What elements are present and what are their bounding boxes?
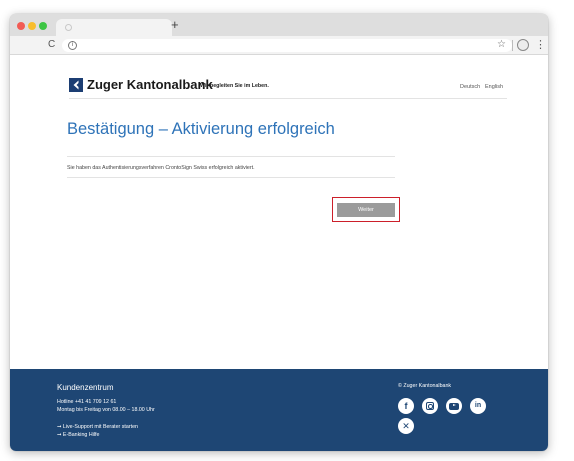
new-tab-button[interactable]: + — [171, 17, 179, 33]
address-bar[interactable]: i — [62, 39, 512, 52]
star-icon[interactable]: ☆ — [497, 38, 506, 52]
footer: Kundenzentrum Hotline +41 41 709 12 61 M… — [10, 369, 548, 451]
brand-slogan: Wir begleiten Sie im Leben. — [200, 83, 269, 89]
copyright-text: © Zuger Kantonalbank — [398, 383, 452, 389]
maximize-window-button[interactable] — [39, 22, 47, 30]
footer-title: Kundenzentrum — [57, 383, 114, 392]
minimize-window-button[interactable] — [28, 22, 36, 30]
zkb-logo-icon[interactable] — [69, 78, 83, 92]
brand-name[interactable]: Zuger Kantonalbank — [87, 77, 213, 93]
linkedin-icon[interactable]: in — [470, 398, 486, 414]
reload-button[interactable]: C — [48, 38, 55, 52]
language-link-english[interactable]: English — [485, 83, 503, 91]
weiter-button[interactable]: Weiter — [337, 203, 395, 217]
header-divider — [69, 98, 507, 99]
page-title: Bestätigung – Aktivierung erfolgreich — [67, 120, 335, 138]
content-divider-top — [67, 156, 395, 157]
opening-hours-text: Montag bis Freitag von 08.00 – 18.00 Uhr — [57, 407, 155, 413]
profile-avatar-icon[interactable] — [517, 39, 529, 51]
language-link-deutsch[interactable]: Deutsch — [460, 83, 480, 91]
facebook-icon[interactable]: f — [398, 398, 414, 414]
toolbar-divider — [512, 40, 513, 51]
hotline-text: Hotline +41 41 709 12 61 — [57, 399, 117, 405]
info-icon[interactable]: i — [68, 41, 77, 50]
browser-titlebar: + — [10, 14, 548, 37]
youtube-icon[interactable] — [446, 398, 462, 414]
browser-window: + C i ☆ ⋮ Zuger Kantonalbank Wir begleit… — [10, 14, 548, 451]
instagram-icon[interactable] — [422, 398, 438, 414]
content-divider-bottom — [67, 177, 395, 178]
live-support-link[interactable]: ➞ Live-Support mit Berater starten — [57, 424, 138, 431]
browser-tab[interactable] — [56, 19, 172, 37]
browser-menu-icon[interactable]: ⋮ — [535, 38, 546, 52]
ebanking-help-link[interactable]: ➞ E-Banking Hilfe — [57, 432, 99, 439]
close-window-button[interactable] — [17, 22, 25, 30]
confirmation-message: Sie haben das Authentisierungsverfahren … — [67, 165, 255, 171]
tab-favicon-icon — [65, 24, 72, 31]
xing-icon[interactable]: ✕ — [398, 418, 414, 434]
page-content: Zuger Kantonalbank Wir begleiten Sie im … — [10, 56, 548, 451]
browser-toolbar: C i ☆ ⋮ — [10, 36, 548, 55]
